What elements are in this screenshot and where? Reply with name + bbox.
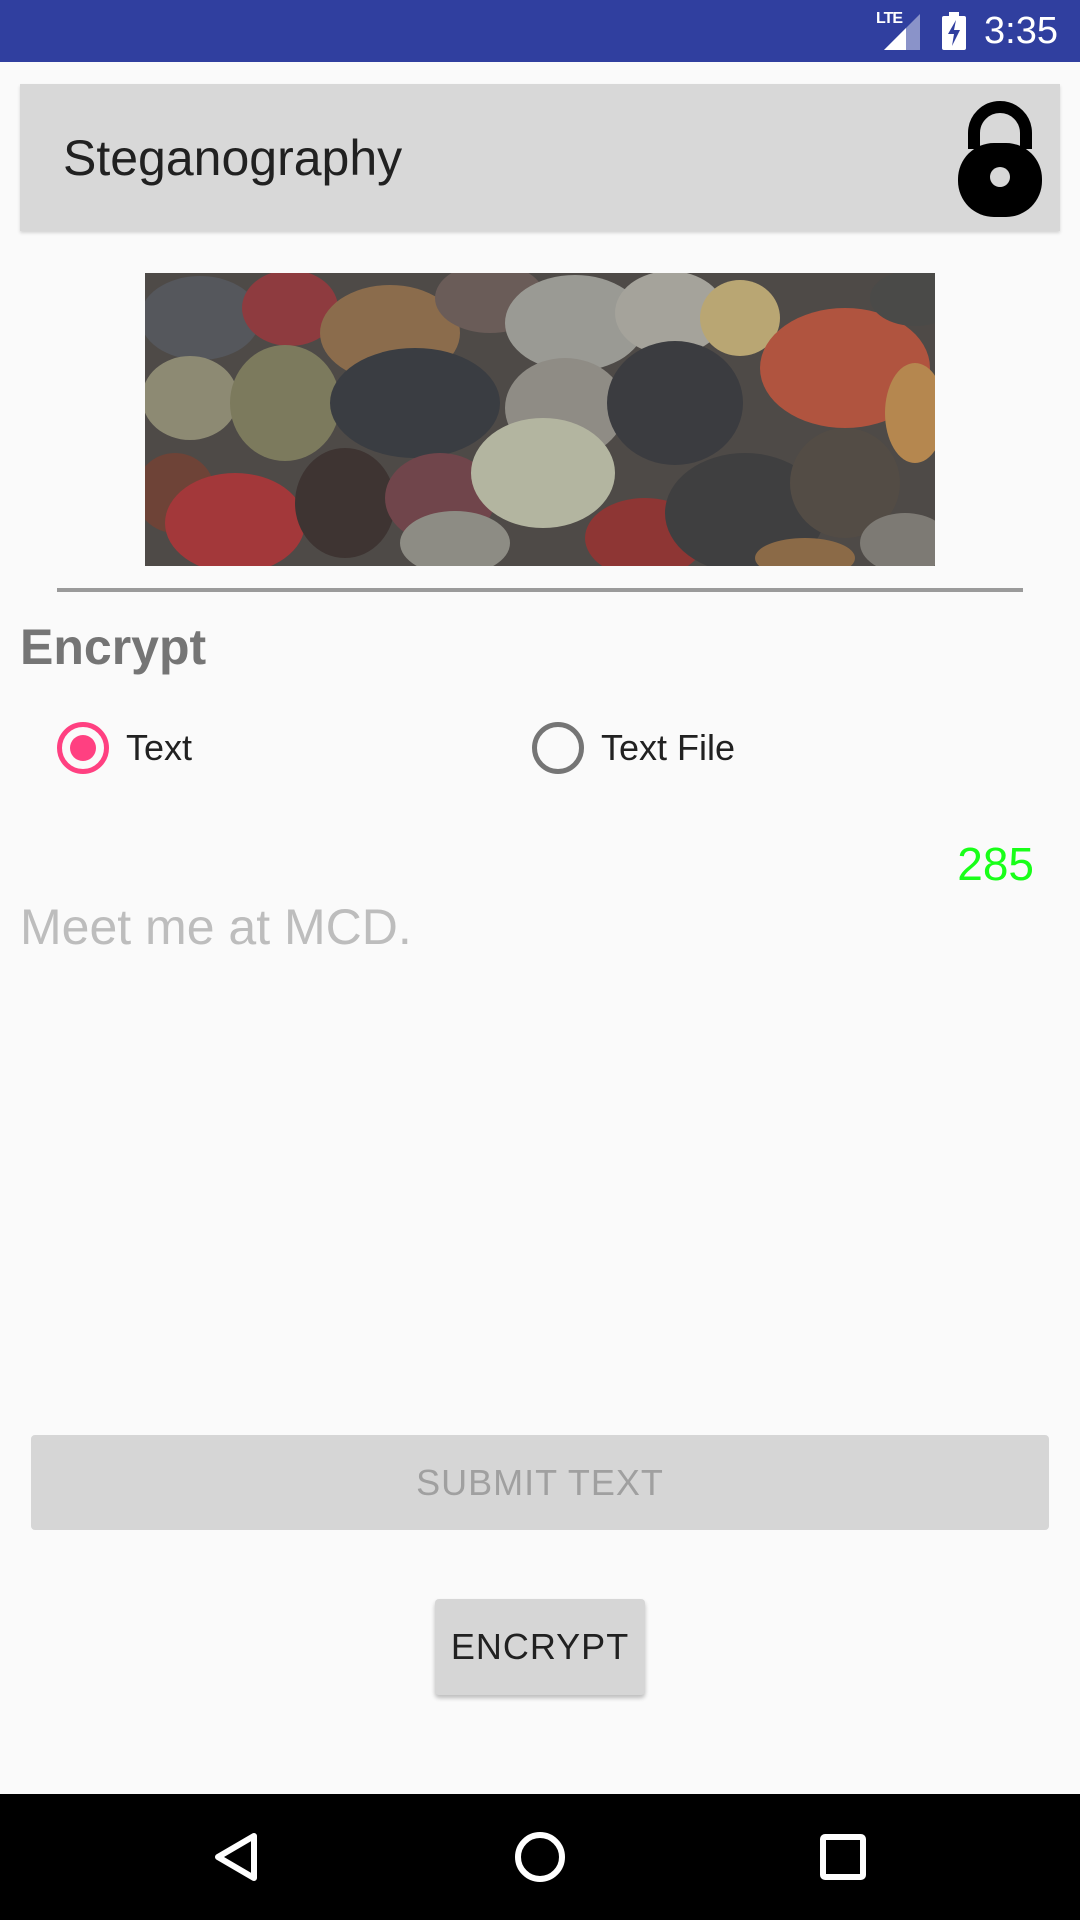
submit-text-button[interactable]: SUBMIT TEXT <box>31 1435 1049 1530</box>
navigation-bar <box>0 1794 1080 1920</box>
app-header: Steganography <box>20 84 1060 231</box>
back-icon[interactable] <box>204 1824 270 1890</box>
radio-option-text-file[interactable]: Text File <box>532 722 735 774</box>
encrypt-button[interactable]: ENCRYPT <box>435 1599 645 1695</box>
status-icons: LTE 3:35 <box>876 10 1058 53</box>
radio-button-text-file[interactable] <box>532 722 584 774</box>
lte-signal-icon: LTE <box>876 10 924 52</box>
radio-option-text[interactable]: Text <box>57 722 192 774</box>
message-input[interactable] <box>20 898 1060 1198</box>
clock: 3:35 <box>984 9 1058 52</box>
divider <box>57 588 1023 592</box>
radio-label-text: Text <box>126 727 193 768</box>
char-counter: 285 <box>957 838 1034 890</box>
pebbles-image <box>145 273 935 566</box>
status-bar: LTE 3:35 <box>0 0 1080 62</box>
recents-icon[interactable] <box>810 1824 876 1890</box>
home-icon[interactable] <box>507 1824 573 1890</box>
app-title: Steganography <box>63 129 403 186</box>
radio-label-text-file: Text File <box>601 727 736 768</box>
lock-icon[interactable] <box>958 99 1042 217</box>
radio-button-text[interactable] <box>57 722 109 774</box>
section-title: Encrypt <box>20 619 207 675</box>
battery-charging-icon <box>942 12 967 50</box>
